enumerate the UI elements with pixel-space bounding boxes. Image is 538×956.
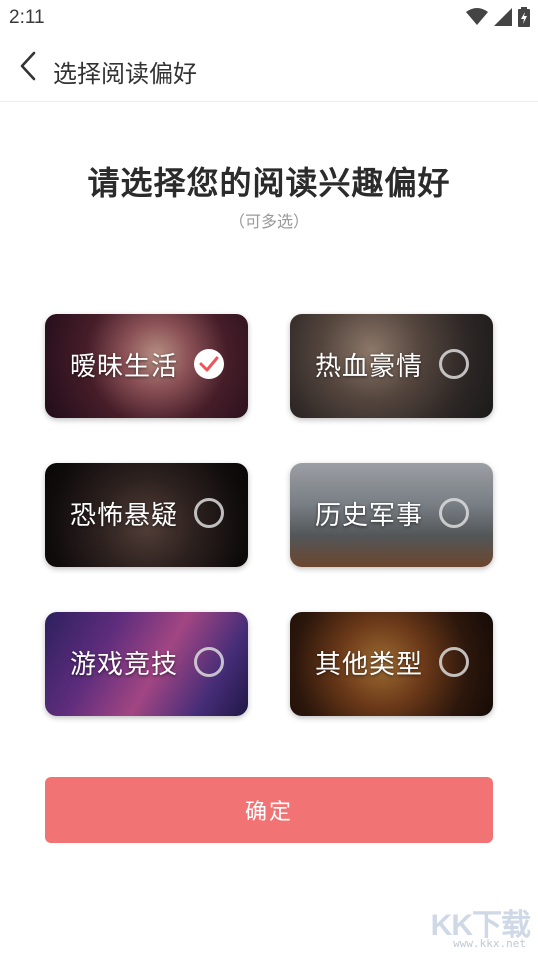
radio-unchecked-icon[interactable] <box>194 647 224 677</box>
multi-select-hint: （可多选） <box>228 212 309 231</box>
category-label: 历史军事 <box>315 501 424 531</box>
category-card-romance[interactable]: 暧昧生活 <box>45 314 248 418</box>
category-label: 游戏竞技 <box>70 650 179 680</box>
category-label: 其他类型 <box>315 650 424 680</box>
category-label: 暧昧生活 <box>70 352 179 382</box>
signal-icon <box>494 8 512 30</box>
confirm-button[interactable]: 确定 <box>45 777 493 843</box>
category-card-history[interactable]: 历史军事 <box>290 463 493 567</box>
wifi-icon <box>466 8 488 30</box>
status-icons <box>466 7 530 31</box>
radio-unchecked-icon[interactable] <box>439 647 469 677</box>
battery-icon <box>518 7 530 31</box>
category-label: 恐怖悬疑 <box>70 501 179 531</box>
category-card-action[interactable]: 热血豪情 <box>290 314 493 418</box>
category-card-horror[interactable]: 恐怖悬疑 <box>45 463 248 567</box>
watermark: KK下载 www.kkx.net <box>412 900 532 950</box>
app-bar: 选择阅读偏好 <box>0 36 538 102</box>
back-button[interactable] <box>10 50 46 86</box>
category-card-gaming[interactable]: 游戏竞技 <box>45 612 248 716</box>
status-time: 2:11 <box>9 7 45 28</box>
checkmark-icon[interactable] <box>194 349 224 379</box>
page-title: 选择阅读偏好 <box>53 60 197 88</box>
radio-unchecked-icon[interactable] <box>439 498 469 528</box>
watermark-url: www.kkx.net <box>453 937 526 950</box>
radio-unchecked-icon[interactable] <box>439 349 469 379</box>
category-card-other[interactable]: 其他类型 <box>290 612 493 716</box>
radio-unchecked-icon[interactable] <box>194 498 224 528</box>
category-label: 热血豪情 <box>315 352 424 382</box>
chevron-left-icon <box>19 51 37 85</box>
status-bar: 2:11 <box>0 0 538 36</box>
preference-heading: 请选择您的阅读兴趣偏好 <box>87 164 451 202</box>
